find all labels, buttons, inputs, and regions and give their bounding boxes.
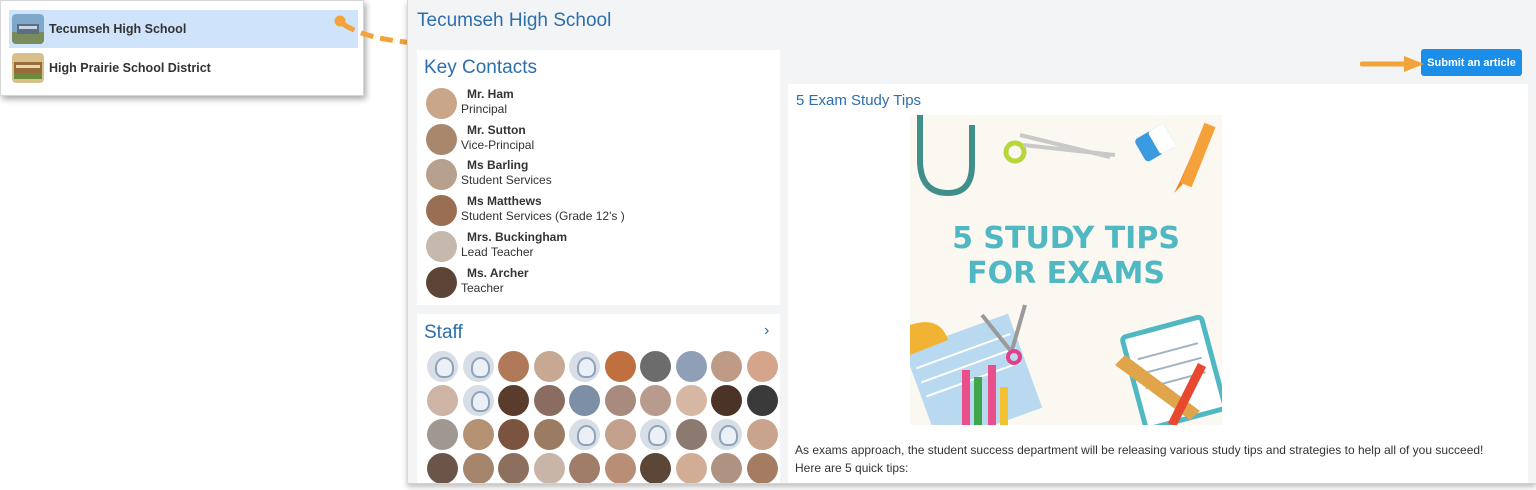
avatar [426, 195, 457, 226]
staff-avatar[interactable] [675, 385, 707, 416]
contact-name: Mr. Ham [467, 87, 514, 101]
staff-avatar[interactable] [462, 351, 494, 382]
staff-avatar[interactable] [427, 453, 458, 483]
staff-heading: Staff [424, 322, 463, 343]
staff-avatar[interactable] [746, 453, 778, 483]
avatar [426, 231, 457, 262]
staff-avatar[interactable] [427, 419, 458, 450]
staff-grid [427, 351, 778, 483]
staff-avatar[interactable] [569, 385, 600, 416]
contact-item[interactable]: Mr. Ham Principal [426, 87, 514, 121]
contact-name: Ms Barling [467, 158, 529, 172]
contact-name: Ms Matthews [467, 194, 542, 208]
article-hero-image: 5 STUDY TIPS FOR EXAMS [910, 115, 1222, 425]
staff-avatar[interactable] [746, 385, 778, 416]
contact-name: Ms. Archer [467, 266, 529, 280]
staff-avatar[interactable] [746, 351, 778, 382]
hero-text-line2: FOR EXAMS [967, 256, 1165, 291]
staff-avatar[interactable] [711, 419, 742, 450]
staff-avatar[interactable] [462, 453, 494, 483]
avatar [426, 159, 457, 190]
staff-avatar[interactable] [640, 453, 671, 483]
staff-avatar[interactable] [462, 419, 494, 450]
contact-item[interactable]: Ms Barling Student Services [426, 158, 552, 192]
staff-avatar[interactable] [746, 419, 778, 450]
switcher-item-label: High Prairie School District [49, 61, 211, 75]
contact-role: Student Services [461, 173, 552, 187]
staff-avatar[interactable] [533, 453, 565, 483]
article-body: As exams approach, the student success d… [795, 441, 1483, 477]
contact-role: Vice-Principal [461, 138, 535, 152]
staff-avatar[interactable] [498, 385, 529, 416]
staff-avatar[interactable] [640, 385, 671, 416]
staff-avatar[interactable] [675, 453, 707, 483]
avatar [426, 267, 457, 298]
submit-article-button[interactable]: Submit an article [1421, 49, 1522, 76]
staff-avatar[interactable] [533, 385, 565, 416]
staff-avatar[interactable] [604, 351, 636, 382]
avatar [426, 88, 457, 119]
avatar [426, 124, 457, 155]
staff-avatar[interactable] [569, 453, 600, 483]
staff-avatar[interactable] [569, 351, 600, 382]
staff-avatar[interactable] [711, 453, 742, 483]
study-illustration-icon: 5 STUDY TIPS FOR EXAMS [910, 115, 1222, 425]
hero-text-line1: 5 STUDY TIPS [952, 221, 1180, 256]
contact-name: Mr. Sutton [467, 123, 526, 137]
staff-avatar[interactable] [569, 419, 600, 450]
staff-avatar[interactable] [533, 419, 565, 450]
contact-item[interactable]: Mr. Sutton Vice-Principal [426, 123, 534, 157]
switcher-item-label: Tecumseh High School [49, 22, 187, 36]
chevron-right-icon[interactable]: › [764, 322, 769, 340]
contact-item[interactable]: Mrs. Buckingham Lead Teacher [426, 230, 567, 264]
page-title: Tecumseh High School [417, 10, 612, 31]
staff-avatar[interactable] [498, 351, 529, 382]
staff-avatar[interactable] [427, 351, 458, 382]
article-panel: 5 Exam Study Tips 5 STUDY TIPS FOR EXAMS [788, 84, 1528, 483]
contact-role: Student Services (Grade 12's ) [461, 209, 625, 223]
staff-panel: Staff › [417, 314, 780, 483]
staff-avatar[interactable] [640, 351, 671, 382]
staff-avatar[interactable] [604, 385, 636, 416]
staff-avatar[interactable] [533, 351, 565, 382]
article-body-line: As exams approach, the student success d… [795, 443, 1484, 457]
article-title[interactable]: 5 Exam Study Tips [796, 92, 921, 109]
contact-role: Teacher [461, 281, 504, 295]
staff-avatar[interactable] [711, 385, 742, 416]
contact-item[interactable]: Ms Matthews Student Services (Grade 12's… [426, 194, 625, 228]
staff-avatar[interactable] [462, 385, 494, 416]
staff-avatar[interactable] [675, 351, 707, 382]
article-body-line: Here are 5 quick tips: [795, 461, 909, 475]
staff-avatar[interactable] [711, 351, 742, 382]
contact-item[interactable]: Ms. Archer Teacher [426, 266, 529, 300]
staff-avatar[interactable] [604, 453, 636, 483]
staff-avatar[interactable] [427, 385, 458, 416]
staff-avatar[interactable] [498, 453, 529, 483]
key-contacts-panel: Key Contacts Mr. Ham Principal Mr. Sutto… [417, 50, 780, 305]
staff-avatar[interactable] [604, 419, 636, 450]
school-switcher: Tecumseh High School High Prairie School… [0, 0, 364, 96]
contact-name: Mrs. Buckingham [467, 230, 568, 244]
school-logo-icon [12, 14, 44, 44]
switcher-item-tecumseh[interactable]: Tecumseh High School [9, 10, 358, 48]
contact-role: Principal [461, 102, 508, 116]
annotation-arrow-icon [1360, 56, 1424, 72]
key-contacts-heading: Key Contacts [424, 57, 537, 78]
contact-role: Lead Teacher [461, 245, 534, 259]
staff-avatar[interactable] [675, 419, 707, 450]
staff-avatar[interactable] [498, 419, 529, 450]
staff-avatar[interactable] [640, 419, 671, 450]
switcher-item-high-prairie[interactable]: High Prairie School District [9, 49, 358, 87]
district-logo-icon [12, 53, 44, 83]
